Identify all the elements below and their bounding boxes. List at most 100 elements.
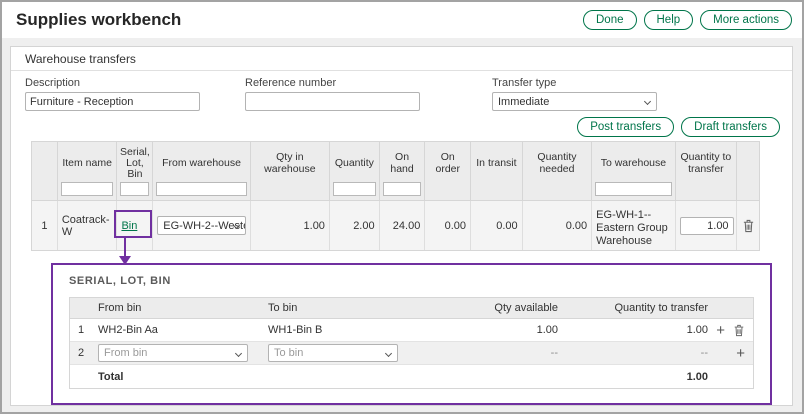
column-label: In transit — [476, 158, 516, 169]
add-row-icon[interactable]: + — [736, 346, 745, 361]
post-transfers-button[interactable]: Post transfers — [577, 117, 674, 137]
reference-number-label: Reference number — [245, 77, 420, 89]
column-label: From warehouse — [162, 158, 241, 169]
from-warehouse-filter-input[interactable] — [156, 182, 246, 196]
column-header-quantity-needed: Quantity needed — [523, 142, 592, 200]
column-label: Qty in warehouse — [254, 152, 326, 175]
column-label: On order — [428, 152, 467, 175]
bin-row-new: 2 From bin To bin — [70, 342, 753, 365]
more-actions-button[interactable]: More actions — [700, 10, 792, 30]
supplies-workbench-window: Supplies workbench Done Help More action… — [0, 0, 804, 414]
serial-lot-bin-panel-title: SERIAL, LOT, BIN — [69, 275, 754, 287]
bin-column-qty-available: Qty available — [434, 302, 564, 314]
bin-column-from-bin: From bin — [92, 302, 262, 314]
column-header-delete — [737, 142, 759, 200]
section-title: Warehouse transfers — [11, 47, 792, 71]
warehouse-transfers-card: Warehouse transfers Description Referenc… — [10, 46, 793, 406]
column-header-quantity-to-transfer: Quantity to transfer — [676, 142, 738, 200]
page-title: Supplies workbench — [16, 10, 181, 30]
from-bin-cell: From bin — [92, 344, 262, 362]
row-number: 1 — [32, 201, 58, 250]
column-header-row-number — [32, 142, 58, 200]
from-bin-placeholder: From bin — [104, 347, 147, 359]
from-bin-select[interactable]: From bin — [98, 344, 248, 362]
column-header-item-name: Item name — [58, 142, 118, 200]
in-transit-cell: 0.00 — [471, 201, 523, 250]
chevron-down-icon — [235, 350, 242, 357]
bin-total-row: Total 1.00 — [70, 365, 753, 388]
page-header: Supplies workbench Done Help More action… — [2, 2, 802, 38]
column-label: Quantity to transfer — [679, 152, 734, 175]
bin-total-label: Total — [92, 371, 262, 383]
column-header-on-order: On order — [425, 142, 471, 200]
bin-row-actions: + — [714, 323, 753, 338]
to-bin-cell: WH1-Bin B — [262, 324, 434, 336]
qty-available-cell: -- — [434, 347, 564, 359]
transfer-type-field-group: Transfer type Immediate — [492, 77, 657, 111]
bin-total-value: 1.00 — [564, 371, 714, 383]
header-actions: Done Help More actions — [583, 10, 792, 30]
bin-column-quantity-to-transfer: Quantity to transfer — [564, 302, 714, 314]
column-header-serial-lot-bin: Serial, Lot, Bin — [117, 142, 153, 200]
column-header-from-warehouse: From warehouse — [153, 142, 250, 200]
from-bin-cell: WH2-Bin Aa — [92, 324, 262, 336]
column-header-to-warehouse: To warehouse — [592, 142, 675, 200]
bin-table: From bin To bin Qty available Quantity t… — [69, 297, 754, 389]
to-bin-cell: To bin — [262, 344, 434, 362]
bin-row-actions: + — [714, 346, 753, 361]
column-header-on-hand: On hand — [380, 142, 426, 200]
delete-row-cell — [737, 201, 759, 250]
transfer-type-value: Immediate — [498, 96, 549, 108]
description-input[interactable] — [25, 92, 200, 111]
delete-icon[interactable] — [742, 219, 755, 233]
description-field-group: Description — [25, 77, 200, 111]
add-row-icon[interactable]: + — [716, 323, 725, 338]
bin-row: 1 WH2-Bin Aa WH1-Bin B 1.00 1.00 + — [70, 319, 753, 342]
on-order-cell: 0.00 — [425, 201, 471, 250]
transfer-type-label: Transfer type — [492, 77, 657, 89]
grid-actions: Post transfers Draft transfers — [11, 115, 792, 141]
on-hand-cell: 24.00 — [380, 201, 426, 250]
draft-transfers-button[interactable]: Draft transfers — [681, 117, 780, 137]
delete-icon[interactable] — [733, 324, 745, 337]
bin-column-to-bin: To bin — [262, 302, 434, 314]
quantity-cell: 2.00 — [330, 201, 380, 250]
quantity-needed-cell: 0.00 — [523, 201, 593, 250]
bin-link[interactable]: Bin — [121, 220, 137, 232]
item-name-filter-input[interactable] — [61, 182, 114, 196]
transfer-row: 1 Coatrack-W Bin EG-WH-2--Western Gr 1.0… — [31, 201, 760, 251]
transfer-type-select[interactable]: Immediate — [492, 92, 657, 111]
transfers-grid-header: Item name Serial, Lot, Bin From warehous… — [31, 141, 760, 201]
quantity-to-transfer-input[interactable] — [680, 217, 734, 235]
bin-quantity-to-transfer-cell: 1.00 — [564, 324, 714, 336]
from-warehouse-cell: EG-WH-2--Western Gr — [153, 201, 250, 250]
chevron-down-icon — [385, 350, 392, 357]
column-label: Quantity needed — [526, 152, 588, 175]
column-label: Quantity — [335, 158, 374, 169]
transfers-grid: Item name Serial, Lot, Bin From warehous… — [31, 141, 760, 251]
bin-quantity-to-transfer-cell: -- — [564, 347, 714, 359]
column-label: On hand — [383, 152, 422, 175]
column-header-in-transit: In transit — [471, 142, 523, 200]
item-name-cell: Coatrack-W — [58, 201, 118, 250]
quantity-filter-input[interactable] — [333, 182, 376, 196]
qty-in-warehouse-cell: 1.00 — [251, 201, 330, 250]
to-warehouse-filter-input[interactable] — [595, 182, 671, 196]
quantity-to-transfer-cell — [676, 201, 738, 250]
column-label: To warehouse — [601, 158, 666, 169]
bin-table-header: From bin To bin Qty available Quantity t… — [70, 298, 753, 319]
column-header-quantity: Quantity — [330, 142, 380, 200]
to-bin-select[interactable]: To bin — [268, 344, 398, 362]
page-body: Warehouse transfers Description Referenc… — [2, 38, 802, 412]
help-button[interactable]: Help — [644, 10, 694, 30]
from-warehouse-select[interactable]: EG-WH-2--Western Gr — [157, 216, 245, 235]
reference-number-input[interactable] — [245, 92, 420, 111]
serial-lot-bin-panel: SERIAL, LOT, BIN From bin To bin Qty ava… — [51, 263, 772, 405]
done-button[interactable]: Done — [583, 10, 637, 30]
bin-row-number: 1 — [70, 324, 92, 336]
serial-lot-bin-filter-input[interactable] — [120, 182, 149, 196]
serial-lot-bin-cell: Bin — [117, 201, 153, 250]
bin-row-number: 2 — [70, 347, 92, 359]
chevron-down-icon — [644, 98, 651, 105]
on-hand-filter-input[interactable] — [383, 182, 422, 196]
